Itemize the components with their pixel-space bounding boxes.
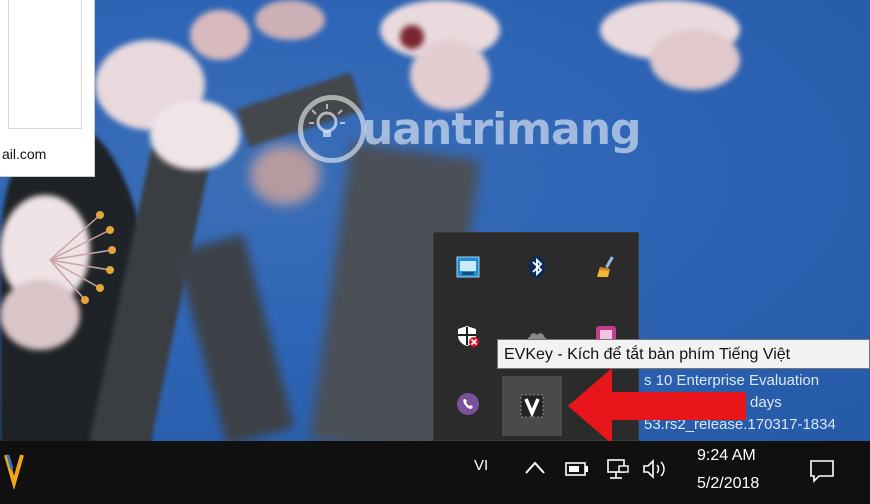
- show-hidden-icons-chevron-up-icon[interactable]: [524, 459, 546, 480]
- input-language-indicator[interactable]: VI: [474, 457, 488, 474]
- network-icon[interactable]: [606, 458, 630, 485]
- evkey-tray-item[interactable]: [502, 376, 562, 436]
- ccleaner-broom-icon[interactable]: [594, 255, 618, 279]
- viber-icon[interactable]: [456, 392, 480, 416]
- clock-date[interactable]: 5/2/2018: [697, 475, 759, 493]
- email-text-fragment: ail.com: [2, 146, 47, 162]
- intel-graphics-icon[interactable]: [456, 255, 480, 279]
- evkey-tooltip: EVKey - Kích để tắt bàn phím Tiếng Việt: [497, 339, 870, 369]
- quantrimang-watermark: uantrimang: [298, 84, 642, 174]
- clock-time[interactable]: 9:24 AM: [697, 447, 756, 465]
- watermark-brand-text: uantrimang: [362, 103, 642, 155]
- battery-icon[interactable]: [565, 461, 589, 482]
- action-center-icon[interactable]: [809, 459, 835, 488]
- lightbulb-logo-icon: [298, 95, 366, 163]
- windows-defender-shield-icon[interactable]: [456, 324, 480, 348]
- taskbar: VI 9:24 AM 5/2/2018: [0, 441, 870, 504]
- evkey-v-icon: [520, 394, 544, 418]
- red-arrow-annotation: [568, 368, 748, 448]
- pinned-app-icon[interactable]: [4, 449, 24, 494]
- volume-icon[interactable]: [642, 458, 670, 485]
- window-panel: [8, 0, 82, 129]
- bluetooth-icon[interactable]: [525, 255, 549, 279]
- background-window[interactable]: ail.com: [0, 0, 95, 177]
